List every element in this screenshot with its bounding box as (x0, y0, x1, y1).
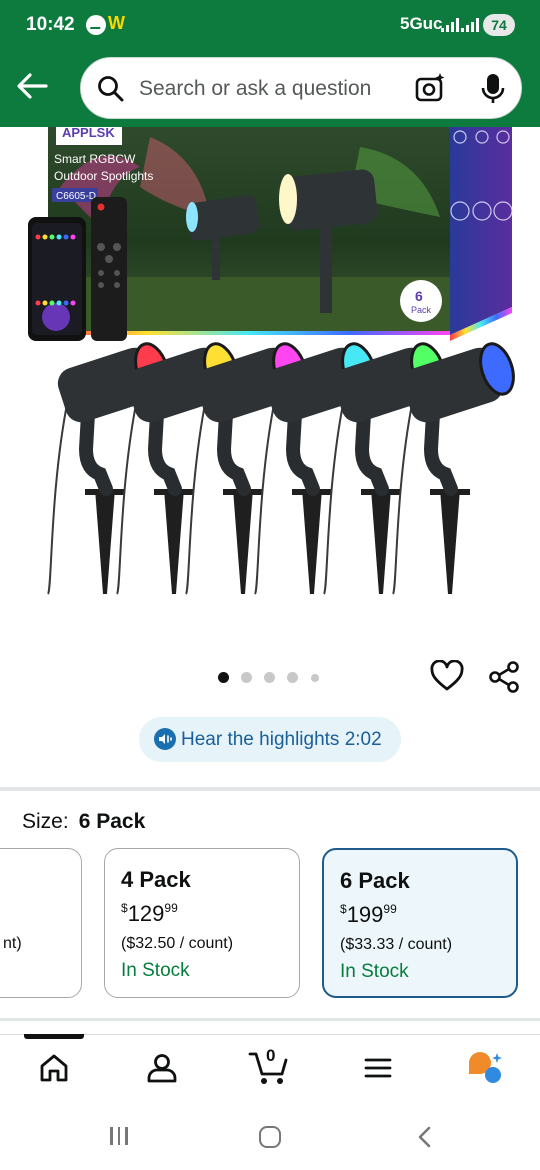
size-label: Size: (22, 810, 69, 833)
carousel-dot[interactable] (241, 672, 252, 683)
home-button[interactable] (259, 1126, 281, 1148)
battery-indicator: 74 (483, 14, 515, 36)
home-icon[interactable] (36, 1050, 72, 1086)
section-divider (0, 1018, 540, 1021)
network-type: 5Guc (400, 14, 443, 33)
active-tab-indicator (24, 1034, 84, 1039)
carousel-dot[interactable] (264, 672, 275, 683)
top-bar: 10:42 W 5Guc 74 Search or ask a question (0, 0, 540, 127)
size-option-unit-price: ($33.33 / count) (340, 936, 453, 953)
box-brand: APPLSK (62, 127, 115, 140)
recents-button[interactable] (110, 1127, 133, 1150)
camera-search-icon[interactable] (414, 72, 446, 104)
status-bar: 10:42 W 5Guc 74 (0, 0, 540, 52)
size-option-title: 6 Pack (340, 868, 410, 893)
product-image-graphic: APPLSK Smart RGBCW Outdoor Spotlights C6… (28, 127, 515, 595)
box-title-line2: Outdoor Spotlights (54, 169, 153, 183)
back-button[interactable] (414, 1126, 436, 1148)
signal-icon-2 (461, 18, 483, 32)
size-option-stock: In Stock (121, 960, 190, 981)
size-option-partial[interactable]: nt) (0, 848, 82, 998)
audio-icon (154, 728, 176, 750)
carousel-dot[interactable] (287, 672, 298, 683)
size-selector-label: Size: 6 Pack (22, 810, 145, 834)
carousel-dot[interactable] (311, 674, 319, 682)
account-icon[interactable] (144, 1050, 180, 1086)
highlights-label: Hear the highlights 2:02 (181, 729, 382, 750)
cart-icon[interactable]: 0 (248, 1046, 292, 1088)
search-icon (98, 76, 124, 102)
signal-icon (441, 18, 463, 32)
size-option-unit-price: ($32.50 / count) (121, 935, 234, 952)
heart-icon[interactable] (430, 660, 464, 692)
box-model: C6605-D (56, 191, 96, 202)
size-option-stock: In Stock (340, 961, 409, 982)
hear-highlights-button[interactable]: Hear the highlights 2:02 (139, 717, 401, 762)
share-icon[interactable] (487, 660, 521, 694)
size-option-6-pack[interactable]: 6 Pack $19999 ($33.33 / count) In Stock (322, 848, 518, 998)
size-option-title: 4 Pack (121, 867, 191, 892)
section-divider (0, 787, 540, 791)
search-input[interactable]: Search or ask a question (139, 77, 371, 101)
carousel-dot[interactable] (218, 672, 229, 683)
spotlight (392, 342, 515, 595)
microphone-icon[interactable] (479, 72, 507, 106)
app-notification-icon: W (108, 13, 125, 33)
messenger-icon (86, 15, 106, 35)
status-time: 10:42 (26, 14, 75, 35)
product-image[interactable]: APPLSK Smart RGBCW Outdoor Spotlights C6… (0, 127, 540, 647)
size-option-unit: nt) (3, 935, 22, 952)
size-option-4-pack[interactable]: 4 Pack $12999 ($32.50 / count) In Stock (104, 848, 300, 998)
cart-count: 0 (266, 1046, 276, 1065)
system-navigation-bar (0, 1100, 540, 1170)
selected-size: 6 Pack (78, 810, 146, 833)
search-bar[interactable]: Search or ask a question (80, 57, 522, 119)
size-option-price: $12999 (121, 901, 178, 926)
pack-badge-number: 6 (415, 288, 423, 304)
back-arrow-icon[interactable] (14, 70, 50, 102)
size-option-price: $19999 (340, 902, 397, 927)
box-title-line1: Smart RGBCW (54, 152, 136, 166)
rufus-icon[interactable] (466, 1050, 502, 1086)
pack-badge-label: Pack (411, 305, 432, 315)
menu-icon[interactable] (360, 1050, 396, 1086)
